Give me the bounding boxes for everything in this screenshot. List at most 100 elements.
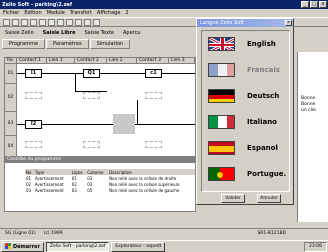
cancel-button[interactable]: Annuler <box>257 194 281 203</box>
column-header: Lien 2 <box>107 58 137 64</box>
empty-cell[interactable] <box>145 141 162 148</box>
rung-line <box>17 73 195 74</box>
menu-fichier[interactable]: Fichier <box>3 10 19 16</box>
table-row[interactable]: 01 Avertissement 01 03 Non relié avec la… <box>25 175 195 181</box>
germany-flag-icon <box>208 89 235 103</box>
language-dialog: Langue Zelio Soft x English Francais Deu… <box>196 18 294 205</box>
explorer-text: Bonne <box>301 96 316 101</box>
branch-line <box>75 73 76 91</box>
cell-no: 03 <box>26 187 32 193</box>
taskbar-item-explorer[interactable]: Explorateur - aspedt <box>111 241 166 252</box>
run-icon[interactable] <box>75 18 82 26</box>
transfer-icon[interactable] <box>66 18 73 26</box>
window-title: Zelio Soft - parking\2.zef <box>2 1 73 8</box>
table-row[interactable]: 03 Avertissement 03 05 Non relié avec la… <box>25 187 195 193</box>
language-label: Italiano <box>247 118 277 126</box>
view-tabs: Programme Paramètres Simulation <box>2 39 131 49</box>
language-option-deutsch[interactable]: Deutsch <box>208 87 279 105</box>
portugal-flag-icon <box>208 167 235 181</box>
empty-cell[interactable] <box>25 141 42 148</box>
table-row[interactable]: 02 Avertissement 02 03 Non relié avec la… <box>25 181 195 187</box>
italy-flag-icon <box>208 115 235 129</box>
tab-parametres[interactable]: Paramètres <box>46 39 89 49</box>
contact-i1[interactable]: I1 <box>25 69 42 78</box>
tab-apercu[interactable]: Apercu <box>120 30 144 36</box>
close-button[interactable]: x <box>319 1 327 8</box>
edit-mode-tabs: Saisie Zelio Saisie Libre Saisie Texte A… <box>2 30 144 36</box>
close-icon[interactable]: x <box>285 20 292 26</box>
language-option-francais[interactable]: Francais <box>208 61 280 79</box>
column-header: Contact 3 <box>137 58 169 64</box>
language-option-portugues[interactable]: Portugue. <box>208 165 286 183</box>
tab-simulation[interactable]: Simulation <box>89 39 131 49</box>
menu-module[interactable]: Module <box>47 10 65 16</box>
cut-icon[interactable] <box>30 18 37 26</box>
maximize-button[interactable]: □ <box>310 1 318 8</box>
language-label: Deutsch <box>247 92 280 100</box>
spain-flag-icon <box>208 141 235 155</box>
menu-affichage[interactable]: Affichage <box>97 10 121 16</box>
taskbar: Démarrer Zelio Soft - parking\2.zef Expl… <box>0 240 328 252</box>
language-option-italiano[interactable]: Italiano <box>208 113 277 131</box>
program-check-panel: Contrôle du programme No Type Ligne Colo… <box>4 156 196 212</box>
status-module: SR1-B121BD <box>257 231 286 236</box>
tab-programme[interactable]: Programme <box>2 39 46 49</box>
help-icon[interactable] <box>93 18 100 26</box>
validate-button[interactable]: Valider <box>221 194 245 203</box>
ladder-grid[interactable]: Ra Contact 1 Lien 1 Contact 2 Lien 2 Con… <box>4 57 196 165</box>
undo-icon[interactable] <box>57 18 64 26</box>
stop-icon[interactable] <box>84 18 91 26</box>
tab-saisie-texte[interactable]: Saisie Texte <box>82 30 117 36</box>
status-bar: SG (Ligne 01) (c) 1999 SR1-B121BD <box>0 228 328 238</box>
empty-cell[interactable] <box>83 141 100 148</box>
language-option-espanol[interactable]: Espanol <box>208 139 278 157</box>
tab-saisie-libre[interactable]: Saisie Libre <box>40 30 79 36</box>
start-button[interactable]: Démarrer <box>1 241 44 252</box>
save-icon[interactable] <box>21 18 28 26</box>
menu-help[interactable]: 2 <box>125 10 128 16</box>
copy-icon[interactable] <box>39 18 46 26</box>
menu-edition[interactable]: Edition <box>24 10 41 16</box>
paste-icon[interactable] <box>48 18 55 26</box>
uk-flag-icon <box>208 37 235 51</box>
system-tray-clock[interactable]: 23:06 <box>304 241 327 252</box>
menu-bar: Fichier Edition Module Transfert Afficha… <box>0 9 328 17</box>
column-header: Lien 1 <box>47 58 75 64</box>
cell-line: 03 <box>71 187 77 193</box>
tab-saisie-zelio[interactable]: Saisie Zelio <box>2 30 37 36</box>
empty-cell[interactable] <box>145 92 162 99</box>
empty-cell[interactable] <box>25 92 42 99</box>
language-label: English <box>247 40 276 48</box>
language-label: Portugue. <box>247 170 287 178</box>
open-icon[interactable] <box>12 18 19 26</box>
language-list: English Francais Deutsch Italiano Espano… <box>201 30 290 192</box>
language-option-english[interactable]: English <box>208 35 276 53</box>
taskbar-item-zelio[interactable]: Zelio Soft - parking\2.zef <box>45 241 110 252</box>
rung-line <box>17 124 195 125</box>
cell-description: Non relié avec la cellule de gauche <box>109 187 180 193</box>
status-copyright: (c) 1999 <box>43 231 63 236</box>
contact-i2[interactable]: I2 <box>25 120 42 129</box>
branch-line <box>137 100 138 124</box>
column-header: Contact 1 <box>17 58 47 64</box>
column-header: Lien 3 <box>169 58 195 64</box>
france-flag-icon <box>208 63 235 77</box>
row-number: 02 <box>5 84 17 112</box>
panel-title: Contrôle du programme <box>5 157 195 163</box>
language-label: Espanol <box>247 144 278 152</box>
menu-transfert[interactable]: Transfert <box>70 10 92 16</box>
new-icon[interactable] <box>3 18 10 26</box>
explorer-pane: Bonne Bonne un clie <box>297 52 328 222</box>
contact-c1[interactable]: c1 <box>145 69 162 78</box>
error-table: No Type Ligne Colonne Description 01 Ave… <box>25 169 195 193</box>
explorer-text: un clie <box>301 108 316 113</box>
column-header: Contact 2 <box>75 58 107 64</box>
empty-cell[interactable] <box>83 92 100 99</box>
language-label: Francais <box>247 66 280 74</box>
selected-cell[interactable] <box>113 114 135 134</box>
contact-q1[interactable]: Q1 <box>83 69 100 78</box>
status-line: SG (Ligne 01) <box>5 231 36 236</box>
minimize-button[interactable]: _ <box>301 1 309 8</box>
row-number: 03 <box>5 112 17 136</box>
windows-logo-icon <box>5 242 11 251</box>
